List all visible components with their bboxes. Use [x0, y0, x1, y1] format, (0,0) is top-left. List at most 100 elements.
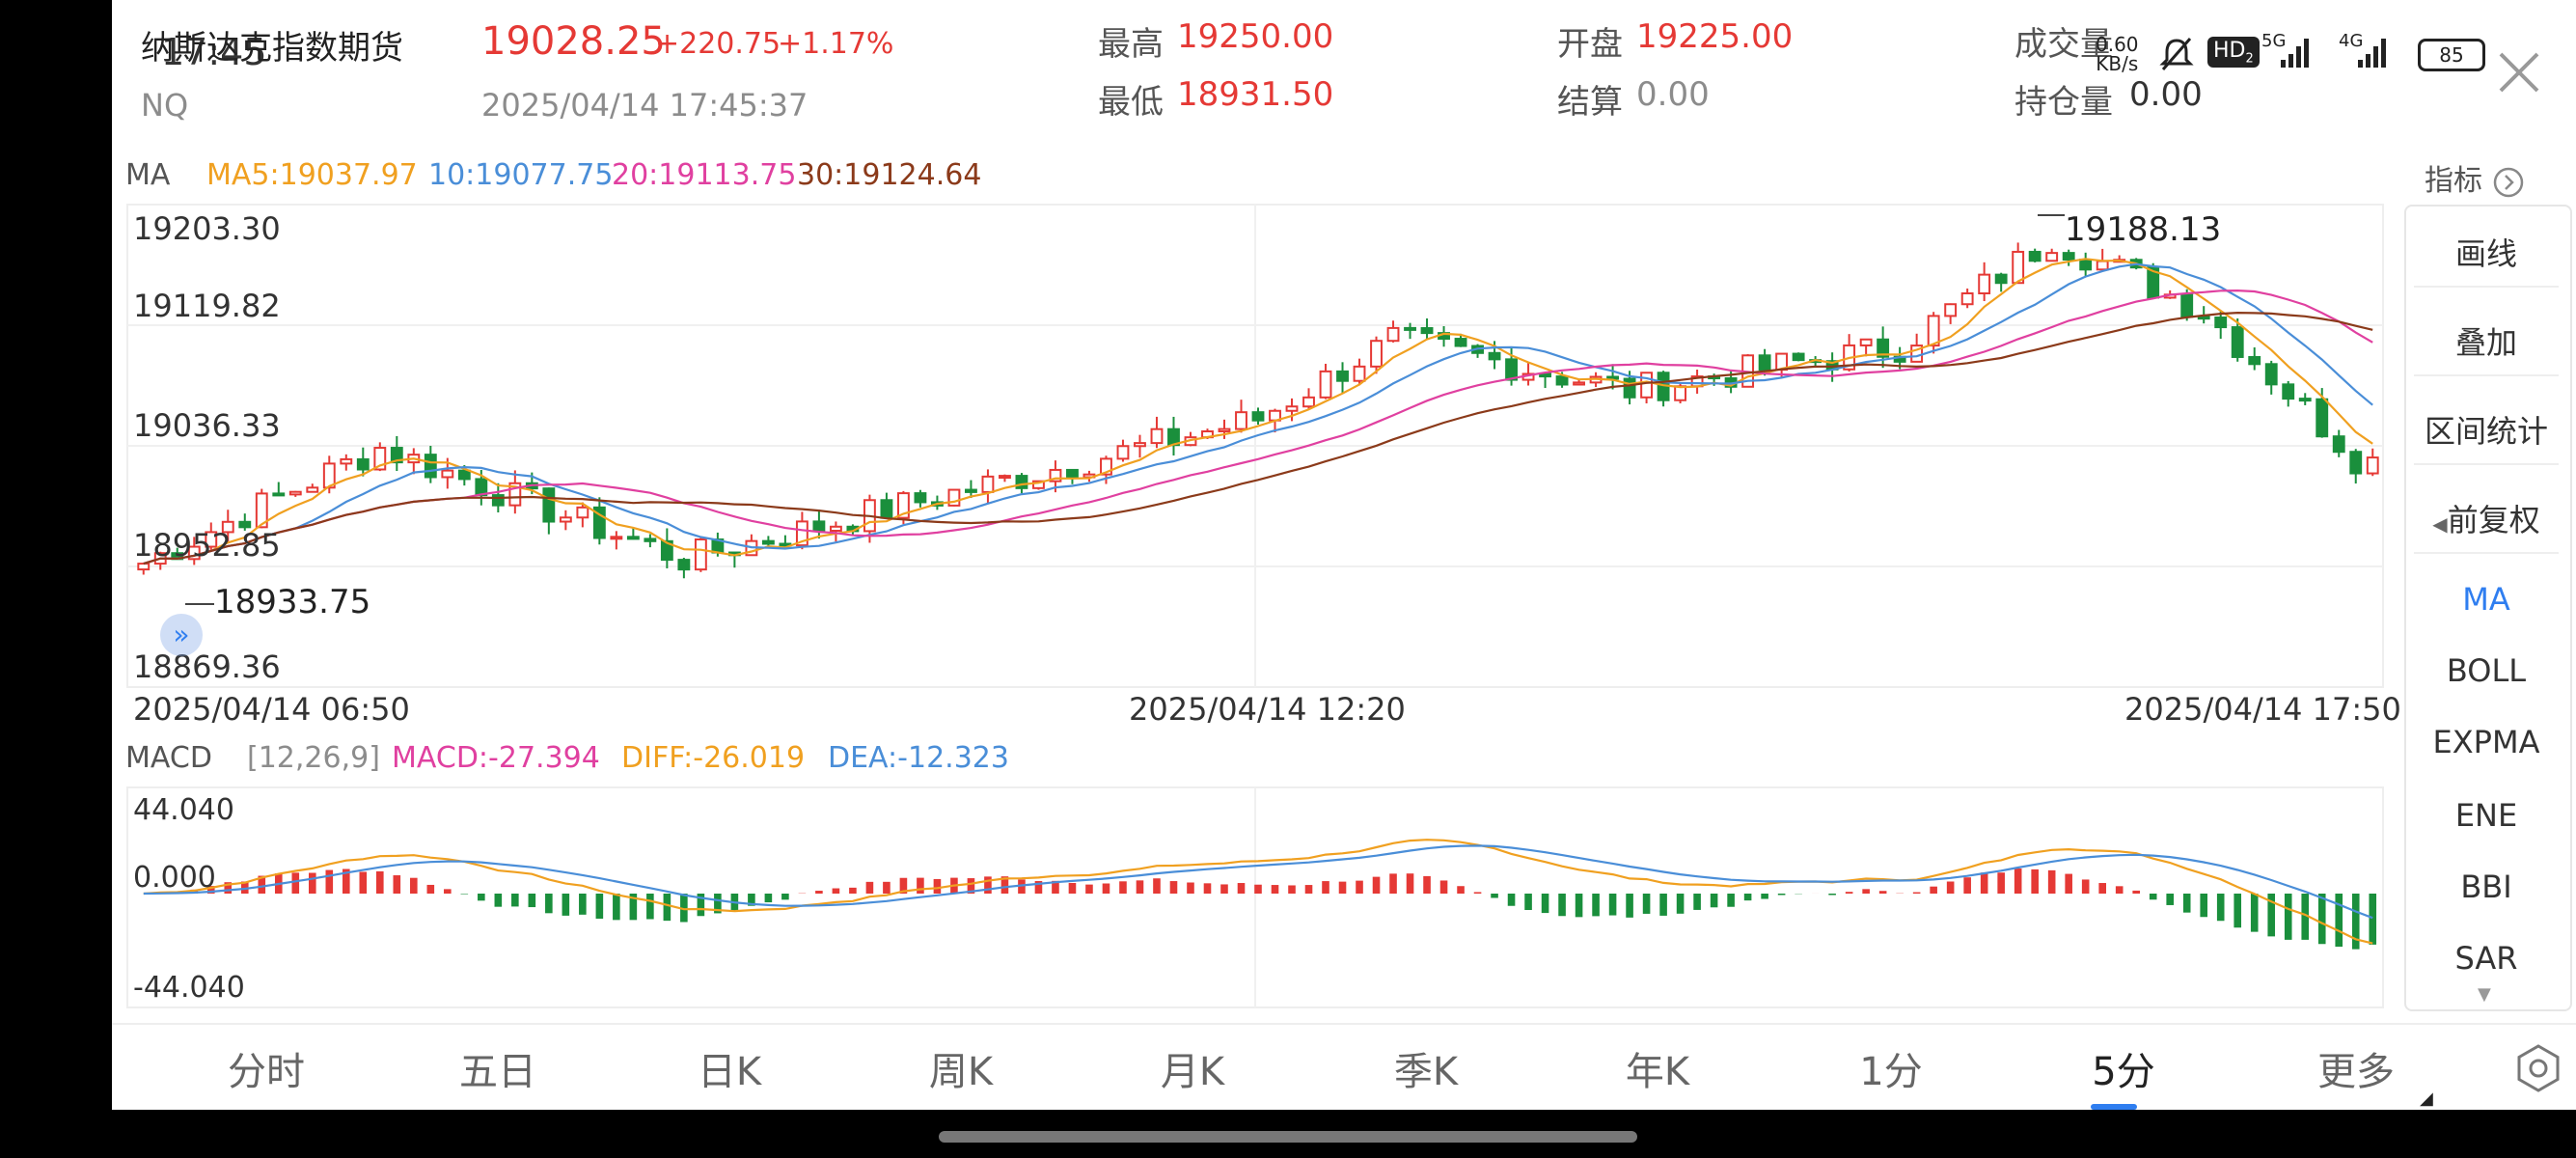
time-axis-mid: 2025/04/14 12:20 — [1129, 691, 1406, 728]
candle-body — [1573, 381, 1585, 386]
candle-body — [441, 469, 454, 479]
candle — [1218, 419, 1231, 439]
side-divider — [2414, 552, 2559, 554]
candle-body — [424, 454, 437, 479]
candle-body — [288, 490, 302, 496]
candle-body — [694, 538, 707, 571]
candle-body — [491, 494, 505, 507]
scroll-down-icon[interactable]: ▼ — [2478, 984, 2491, 1005]
tab-1[interactable]: 五日 — [421, 1040, 575, 1096]
candle-body — [1251, 411, 1265, 422]
time-axis-start: 2025/04/14 06:50 — [133, 691, 410, 728]
app-window: 17:45 纳斯达克指数期货 NQ 19028.25 +220.75 +1.17… — [112, 0, 2576, 1110]
tab-3[interactable]: 周K — [884, 1040, 1038, 1096]
time-axis-end: 2025/04/14 17:50 — [2124, 691, 2401, 728]
indicator-sar[interactable]: SAR — [2414, 940, 2559, 977]
home-indicator[interactable] — [939, 1131, 1637, 1143]
settings-icon[interactable] — [2512, 1042, 2564, 1098]
candle — [829, 521, 842, 542]
candle — [2349, 449, 2363, 484]
candle — [947, 488, 961, 507]
candle — [2045, 248, 2059, 262]
candle-body — [1859, 338, 1873, 346]
price-axis-label: 18869.36 — [133, 648, 281, 685]
candle-body — [2332, 435, 2345, 454]
macd-axis-zero: 0.000 — [133, 861, 216, 895]
candle — [1690, 370, 1704, 394]
macd-legend-title: MACD — [125, 741, 212, 775]
candle — [1116, 439, 1130, 462]
candle-body — [1960, 291, 1974, 306]
candle-body — [914, 492, 927, 504]
macd-legend-params: [12,26,9] — [247, 741, 380, 775]
candle — [2012, 242, 2025, 285]
candle — [1724, 370, 1738, 394]
tool-range-stats[interactable]: 区间统计 — [2414, 407, 2559, 452]
candle-body — [137, 563, 151, 571]
candle-body — [1505, 358, 1518, 381]
candle-body — [475, 478, 488, 497]
candle — [1960, 288, 1974, 309]
candle-body — [1555, 375, 1569, 386]
candle-body — [1015, 475, 1028, 489]
candle — [272, 482, 286, 497]
tab-7[interactable]: 1分 — [1814, 1040, 1968, 1096]
price-axis-label: 19203.30 — [133, 210, 281, 247]
tab-0[interactable]: 分时 — [189, 1040, 343, 1096]
candle-body — [1404, 326, 1416, 331]
tab-4[interactable]: 月K — [1115, 1040, 1270, 1096]
candle — [1438, 326, 1450, 347]
candle — [1978, 262, 1991, 302]
tab-8[interactable]: 5分 — [2046, 1040, 2201, 1096]
tab-2[interactable]: 日K — [652, 1040, 807, 1096]
candle — [508, 470, 522, 514]
candle-body — [340, 457, 353, 465]
max-value: 19188.13 — [2065, 210, 2222, 249]
tab-9[interactable]: 更多 — [2279, 1040, 2433, 1096]
candle-body — [457, 469, 471, 481]
candle-body — [1640, 372, 1654, 399]
candle-body — [1285, 405, 1299, 412]
candle-body — [829, 525, 842, 532]
candle — [914, 489, 927, 508]
expand-left-icon[interactable]: » — [160, 614, 203, 656]
candle-body — [880, 499, 893, 519]
candle — [660, 528, 673, 568]
candle — [559, 510, 572, 531]
candle-body — [965, 488, 977, 493]
candle-body — [1674, 385, 1687, 401]
macd-legend-macd: MACD:-27.394 — [392, 741, 600, 775]
candle — [542, 487, 556, 535]
candle-body — [1454, 338, 1467, 347]
candle — [1235, 400, 1247, 433]
candle-body — [644, 538, 657, 542]
tab-5[interactable]: 季K — [1349, 1040, 1503, 1096]
tool-forward-adjust[interactable]: ◀前复权 — [2414, 496, 2559, 540]
indicator-ene[interactable]: ENE — [2414, 797, 2559, 834]
candle — [2298, 393, 2312, 405]
candle — [340, 454, 353, 471]
indicator-bbi[interactable]: BBI — [2414, 868, 2559, 905]
tool-draw-line[interactable]: 画线 — [2414, 230, 2559, 274]
macd-axis-top: 44.040 — [133, 793, 234, 827]
indicator-boll[interactable]: BOLL — [2414, 652, 2559, 689]
candle-body — [1386, 326, 1400, 343]
kline-chart[interactable] — [112, 0, 2576, 1023]
candle — [424, 446, 437, 483]
tool-overlay[interactable]: 叠加 — [2414, 318, 2559, 363]
price-axis-label: 19036.33 — [133, 407, 281, 444]
tab-6[interactable]: 年K — [1580, 1040, 1735, 1096]
candle — [694, 537, 707, 572]
candle-body — [2079, 258, 2093, 271]
indicator-ma[interactable]: MA — [2414, 581, 2559, 618]
candle-body — [2298, 398, 2312, 402]
candle-body — [1116, 445, 1130, 460]
max-marker — [2038, 214, 2065, 216]
candle — [1420, 317, 1434, 341]
candle-body — [2231, 326, 2244, 358]
candle-body — [542, 487, 556, 523]
candle — [2248, 346, 2261, 371]
candle-body — [1927, 315, 1940, 347]
indicator-expma[interactable]: EXPMA — [2414, 724, 2559, 760]
min-price-label: 18933.75 — [185, 583, 370, 621]
